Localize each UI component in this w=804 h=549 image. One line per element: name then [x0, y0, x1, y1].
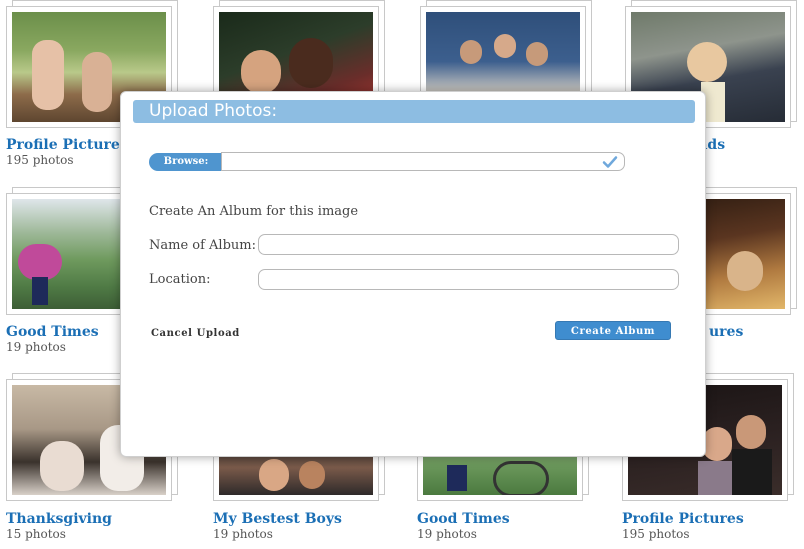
album-title[interactable]: Profile Pictures — [6, 137, 128, 153]
album-title[interactable]: Good Times — [417, 511, 510, 527]
album-count: 15 photos — [6, 527, 66, 541]
album-count: 195 photos — [622, 527, 690, 541]
create-album-button[interactable]: Create Album — [555, 321, 671, 340]
album-title[interactable]: My Bestest Boys — [213, 511, 342, 527]
create-album-heading: Create An Album for this image — [149, 204, 359, 219]
album-name-label: Name of Album: — [149, 238, 256, 253]
location-label: Location: — [149, 272, 211, 287]
album-count: 19 photos — [213, 527, 273, 541]
file-path-field[interactable] — [221, 152, 625, 171]
location-input[interactable] — [258, 269, 679, 290]
album-title[interactable]: Thanksgiving — [6, 511, 112, 527]
album-count: 19 photos — [6, 340, 66, 354]
album-title[interactable]: Profile Pictures — [622, 511, 744, 527]
checkmark-icon — [602, 156, 618, 168]
album-title[interactable]: Good Times — [6, 324, 99, 340]
upload-modal: Upload Photos: Browse: Create An Album f… — [120, 91, 706, 457]
cancel-upload-link[interactable]: Cancel Upload — [151, 328, 240, 339]
album-count: 195 photos — [6, 153, 74, 167]
browse-button[interactable]: Browse: — [149, 153, 223, 171]
album-title[interactable]: ures — [709, 324, 743, 340]
modal-title: Upload Photos: — [133, 100, 695, 123]
album-name-input[interactable] — [258, 234, 679, 255]
album-count: 19 photos — [417, 527, 477, 541]
